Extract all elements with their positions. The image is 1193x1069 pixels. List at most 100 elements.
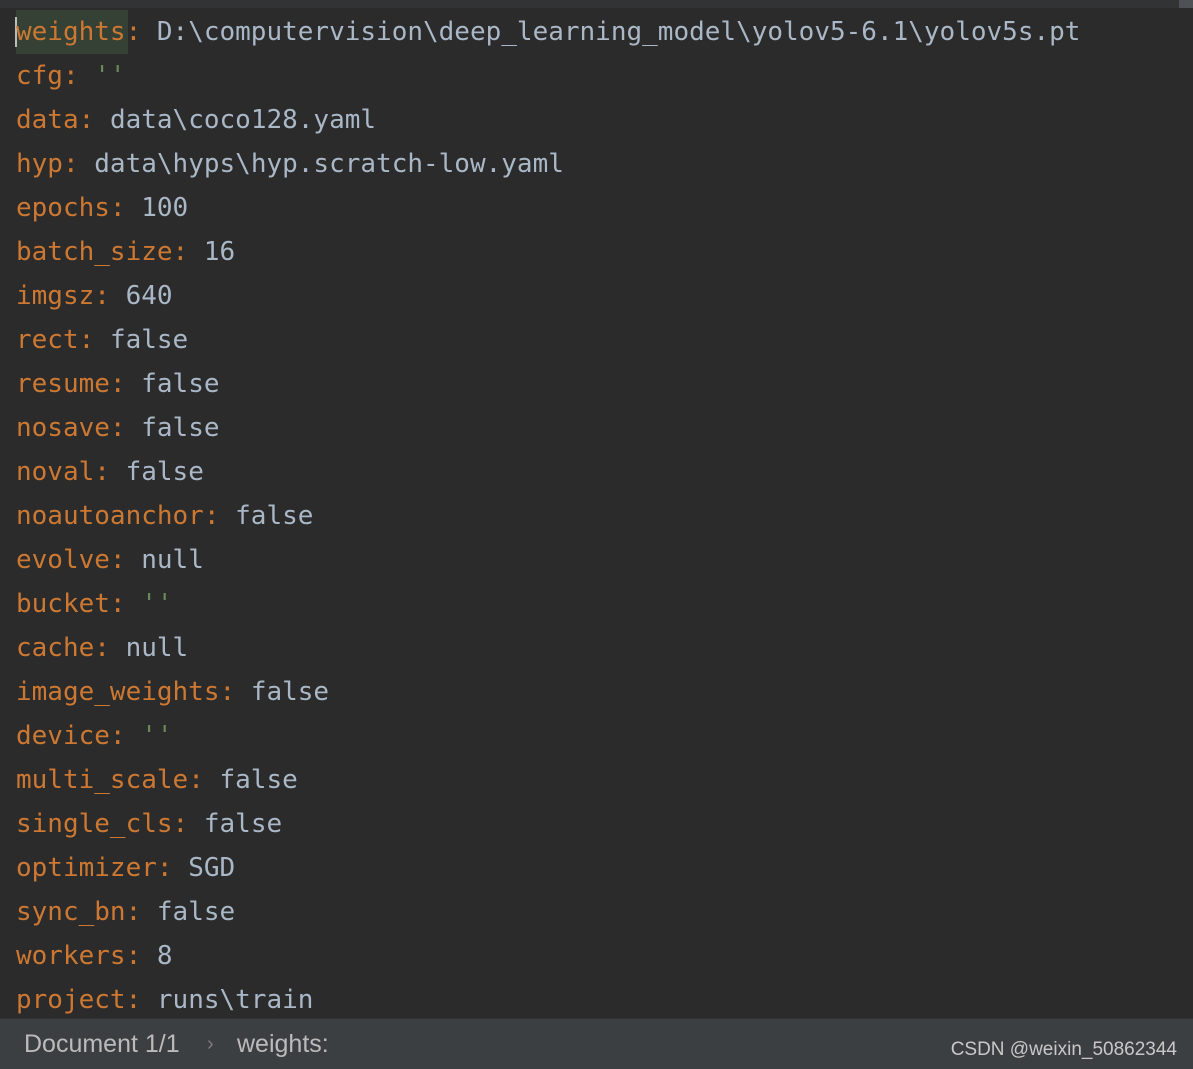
yaml-colon: :: [109, 193, 142, 223]
yaml-key: workers: [16, 941, 126, 971]
editor-lines[interactable]: weights: D:\computervision\deep_learning…: [15, 10, 1186, 1018]
yaml-key: rect: [16, 325, 79, 355]
yaml-key: project: [16, 985, 126, 1015]
yaml-value: D:\computervision\deep_learning_model\yo…: [156, 17, 1081, 47]
editor-line[interactable]: rect: false: [16, 318, 1186, 362]
yaml-key: hyp: [16, 149, 63, 179]
yaml-colon: :: [62, 61, 95, 91]
yaml-key: noval: [16, 457, 95, 487]
editor-line[interactable]: workers: 8: [16, 934, 1186, 978]
editor-line[interactable]: multi_scale: false: [16, 758, 1186, 802]
yaml-colon: :: [78, 325, 110, 355]
editor-line[interactable]: batch_size: 16: [16, 230, 1186, 274]
yaml-value: false: [250, 677, 330, 707]
yaml-value: false: [235, 501, 314, 531]
yaml-key: single_cls: [16, 809, 173, 839]
yaml-colon: :: [172, 237, 204, 267]
yaml-value: '': [94, 61, 126, 91]
yaml-key: optimizer: [16, 853, 157, 883]
editor-line[interactable]: image_weights: false: [16, 670, 1186, 714]
editor-line[interactable]: bucket: '': [16, 582, 1186, 626]
editor-line[interactable]: single_cls: false: [16, 802, 1186, 846]
yaml-value: runs\train: [156, 985, 314, 1015]
editor-line[interactable]: data: data\coco128.yaml: [16, 98, 1186, 142]
yaml-colon: :: [109, 413, 142, 443]
yaml-key: epochs: [16, 193, 110, 223]
editor-line[interactable]: project: runs\train: [16, 978, 1186, 1018]
yaml-key: sync_bn: [16, 897, 126, 927]
yaml-value: '': [141, 589, 173, 619]
yaml-value: '': [141, 721, 173, 751]
watermark: CSDN @weixin_50862344: [950, 1039, 1177, 1060]
yaml-value: false: [156, 897, 236, 927]
yaml-colon: :: [109, 589, 142, 619]
yaml-value: 640: [125, 281, 173, 311]
yaml-colon: :: [156, 853, 189, 883]
editor-line[interactable]: imgsz: 640: [16, 274, 1186, 318]
yaml-editor[interactable]: weights: D:\computervision\deep_learning…: [0, 0, 1193, 1018]
yaml-key: multi_scale: [16, 765, 189, 795]
yaml-key: nosave: [16, 413, 110, 443]
editor-line[interactable]: hyp: data\hyps\hyp.scratch-low.yaml: [16, 142, 1186, 186]
yaml-key: cache: [16, 633, 95, 663]
editor-line[interactable]: device: '': [16, 714, 1186, 758]
editor-line[interactable]: sync_bn: false: [16, 890, 1186, 934]
yaml-colon: :: [62, 149, 95, 179]
yaml-colon: :: [94, 457, 126, 487]
yaml-value: false: [141, 369, 220, 399]
editor-top-accent: [1179, 0, 1193, 8]
yaml-key: imgsz: [16, 281, 95, 311]
editor-line[interactable]: cache: null: [16, 626, 1186, 670]
yaml-colon: :: [109, 721, 142, 751]
yaml-key: evolve: [16, 545, 110, 575]
yaml-value: 100: [141, 193, 189, 223]
yaml-value: false: [125, 457, 204, 487]
yaml-colon: :: [125, 985, 157, 1015]
editor-line[interactable]: weights: D:\computervision\deep_learning…: [15, 10, 1186, 54]
yaml-colon: :: [109, 545, 142, 575]
yaml-colon: :: [203, 501, 236, 531]
yaml-key: device: [16, 721, 110, 751]
yaml-key: batch_size: [16, 237, 173, 267]
yaml-value: false: [203, 809, 283, 839]
yaml-value: null: [125, 633, 189, 663]
yaml-colon: :: [125, 17, 157, 47]
yaml-value: false: [109, 325, 189, 355]
yaml-key: noautoanchor: [16, 501, 204, 531]
yaml-key: resume: [16, 369, 110, 399]
editor-line[interactable]: resume: false: [16, 362, 1186, 406]
yaml-colon: :: [109, 369, 142, 399]
yaml-value: data\coco128.yaml: [109, 105, 377, 135]
editor-line[interactable]: noval: false: [16, 450, 1186, 494]
yaml-value: data\hyps\hyp.scratch-low.yaml: [94, 149, 564, 179]
yaml-colon: :: [188, 765, 220, 795]
status-bar: Document 1/1 › weights: CSDN @weixin_508…: [0, 1018, 1193, 1069]
yaml-colon: :: [125, 941, 157, 971]
editor-line[interactable]: noautoanchor: false: [16, 494, 1186, 538]
editor-line[interactable]: evolve: null: [16, 538, 1186, 582]
breadcrumb-key[interactable]: weights:: [237, 1029, 329, 1059]
yaml-value: false: [219, 765, 298, 795]
editor-line[interactable]: optimizer: SGD: [16, 846, 1186, 890]
yaml-colon: :: [94, 281, 126, 311]
yaml-key: weights: [16, 17, 126, 47]
yaml-key: image_weights: [16, 677, 220, 707]
yaml-colon: :: [125, 897, 157, 927]
yaml-colon: :: [78, 105, 110, 135]
yaml-colon: :: [219, 677, 251, 707]
yaml-colon: :: [172, 809, 204, 839]
editor-top-edge: [0, 0, 1193, 8]
editor-line[interactable]: epochs: 100: [16, 186, 1186, 230]
breadcrumb-document[interactable]: Document 1/1: [24, 1029, 180, 1059]
yaml-value: null: [141, 545, 204, 575]
yaml-value: 16: [203, 237, 236, 267]
editor-line[interactable]: nosave: false: [16, 406, 1186, 450]
yaml-value: false: [141, 413, 220, 443]
yaml-value: SGD: [188, 853, 236, 883]
yaml-key: bucket: [16, 589, 110, 619]
yaml-value: 8: [156, 941, 173, 971]
breadcrumb-chevron-icon: ›: [207, 1033, 214, 1055]
editor-line[interactable]: cfg: '': [16, 54, 1186, 98]
yaml-colon: :: [94, 633, 126, 663]
yaml-key: cfg: [16, 61, 63, 91]
